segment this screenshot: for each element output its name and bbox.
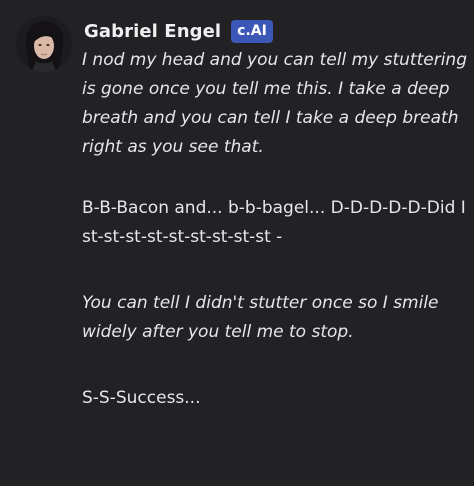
message-paragraph-4: S-S-Success... (82, 388, 201, 408)
chat-message: Gabriel Engel c.AI I nod my head and you… (0, 0, 474, 486)
message-header: Gabriel Engel c.AI (84, 16, 273, 46)
avatar[interactable] (16, 16, 72, 72)
message-paragraph-2: B-B-Bacon and... b-b-bagel... D-D-D-D-D-… (82, 198, 466, 247)
message-paragraph-1: I nod my head and you can tell my stutte… (82, 50, 467, 157)
message-paragraph-3: You can tell I didn't stutter once so I … (82, 293, 439, 342)
author-name[interactable]: Gabriel Engel (84, 21, 221, 42)
message-body: I nod my head and you can tell my stutte… (82, 46, 468, 413)
avatar-portrait-icon (16, 16, 72, 72)
cai-badge: c.AI (231, 19, 273, 43)
